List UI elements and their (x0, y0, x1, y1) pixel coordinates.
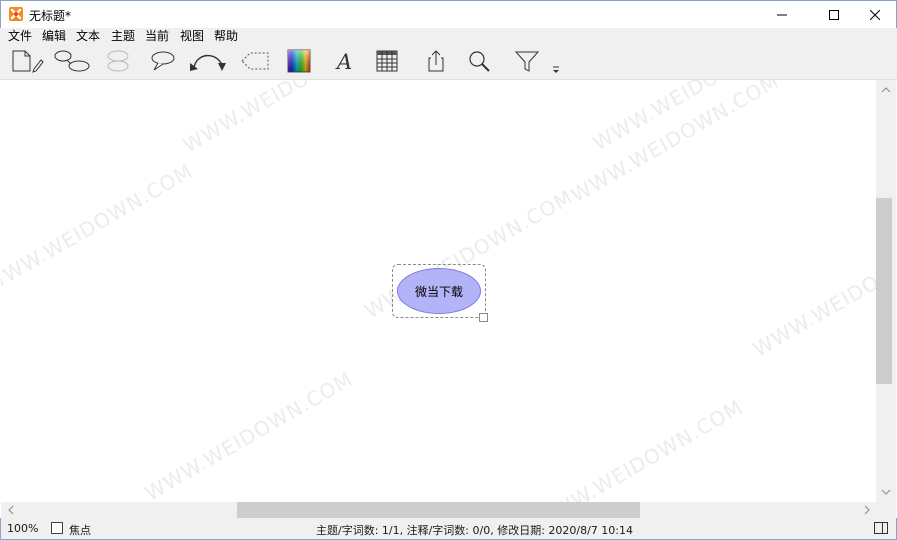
toolbar-overflow-icon (553, 66, 559, 73)
minimize-button[interactable] (759, 1, 805, 29)
filter-button[interactable] (512, 46, 542, 76)
window-title: 无标题* (29, 9, 72, 23)
app-logo-icon (9, 7, 23, 21)
add-subtopic-icon (54, 50, 90, 72)
menu-help[interactable]: 帮助 (214, 29, 238, 43)
new-document-icon (12, 50, 44, 73)
menu-current[interactable]: 当前 (145, 29, 169, 43)
export-icon (428, 50, 444, 72)
new-document-button[interactable] (10, 46, 44, 76)
vertical-scroll-thumb[interactable] (876, 198, 892, 384)
scrollbar-corner (876, 502, 896, 518)
font-icon: A (335, 50, 352, 73)
menu-text[interactable]: 文本 (76, 29, 100, 43)
maximize-icon (829, 10, 839, 20)
callout-button[interactable] (146, 46, 178, 76)
export-button[interactable] (422, 46, 450, 76)
color-gradient-icon (287, 49, 311, 73)
relationship-button[interactable] (186, 46, 230, 76)
menu-bar: 文件 编辑 文本 主题 当前 视图 帮助 (0, 28, 897, 44)
panel-toggle-icon[interactable] (874, 522, 888, 534)
scroll-up-icon[interactable] (880, 84, 892, 96)
toolbar: A (0, 44, 897, 80)
watermark: WWW.WEIDOWN.COM (140, 366, 358, 502)
horizontal-scrollbar[interactable] (1, 502, 876, 518)
menu-topic[interactable]: 主题 (111, 29, 135, 43)
boundary-icon (241, 52, 269, 70)
filter-icon (514, 51, 540, 72)
watermark: WWW.WEIDOWN.COM (748, 222, 876, 362)
minimize-icon (777, 14, 787, 16)
boundary-button[interactable] (238, 46, 272, 76)
add-subtopic-button[interactable] (53, 46, 91, 76)
add-sibling-icon (107, 50, 129, 72)
focus-checkbox[interactable] (51, 522, 63, 534)
close-button[interactable] (852, 1, 897, 29)
title-bar: 无标题* (0, 0, 897, 28)
add-sibling-button[interactable] (101, 46, 135, 76)
scroll-down-icon[interactable] (880, 486, 892, 498)
table-button[interactable] (373, 46, 401, 76)
callout-icon (151, 51, 175, 71)
table-icon (376, 50, 398, 72)
menu-view[interactable]: 视图 (180, 29, 204, 43)
central-topic-label: 微当下载 (414, 284, 463, 299)
scroll-left-icon[interactable] (5, 504, 17, 516)
search-icon (469, 51, 490, 72)
close-icon (870, 10, 880, 20)
watermark: WWW.WEIDOWN.COM (178, 80, 396, 158)
scroll-right-icon[interactable] (861, 504, 873, 516)
focus-checkbox-label[interactable]: 焦点 (69, 522, 91, 538)
maximize-button[interactable] (811, 1, 857, 29)
watermark: WWW.WEIDOWN.COM (1, 158, 198, 298)
document-stats: 主题/字词数: 1/1, 注释/字词数: 0/0, 修改日期: 2020/8/7… (316, 524, 634, 537)
topic-resize-handle[interactable] (479, 313, 488, 322)
color-button[interactable] (285, 46, 313, 76)
relationship-arrow-icon (190, 54, 226, 71)
menu-edit[interactable]: 编辑 (42, 29, 66, 43)
central-topic[interactable]: 微当下载 (397, 268, 481, 314)
zoom-level[interactable]: 100% (7, 522, 38, 535)
watermark: WWW.WEIDOWN.COM (530, 394, 748, 502)
font-button[interactable]: A (330, 46, 358, 76)
search-button[interactable] (465, 46, 493, 76)
toolbar-overflow-button[interactable] (550, 46, 562, 76)
menu-file[interactable]: 文件 (8, 29, 32, 43)
vertical-scrollbar[interactable] (876, 80, 896, 502)
status-bar: 100% 焦点 主题/字词数: 1/1, 注释/字词数: 0/0, 修改日期: … (0, 518, 897, 540)
svg-text:A: A (335, 50, 352, 73)
horizontal-scroll-thumb[interactable] (237, 502, 640, 518)
